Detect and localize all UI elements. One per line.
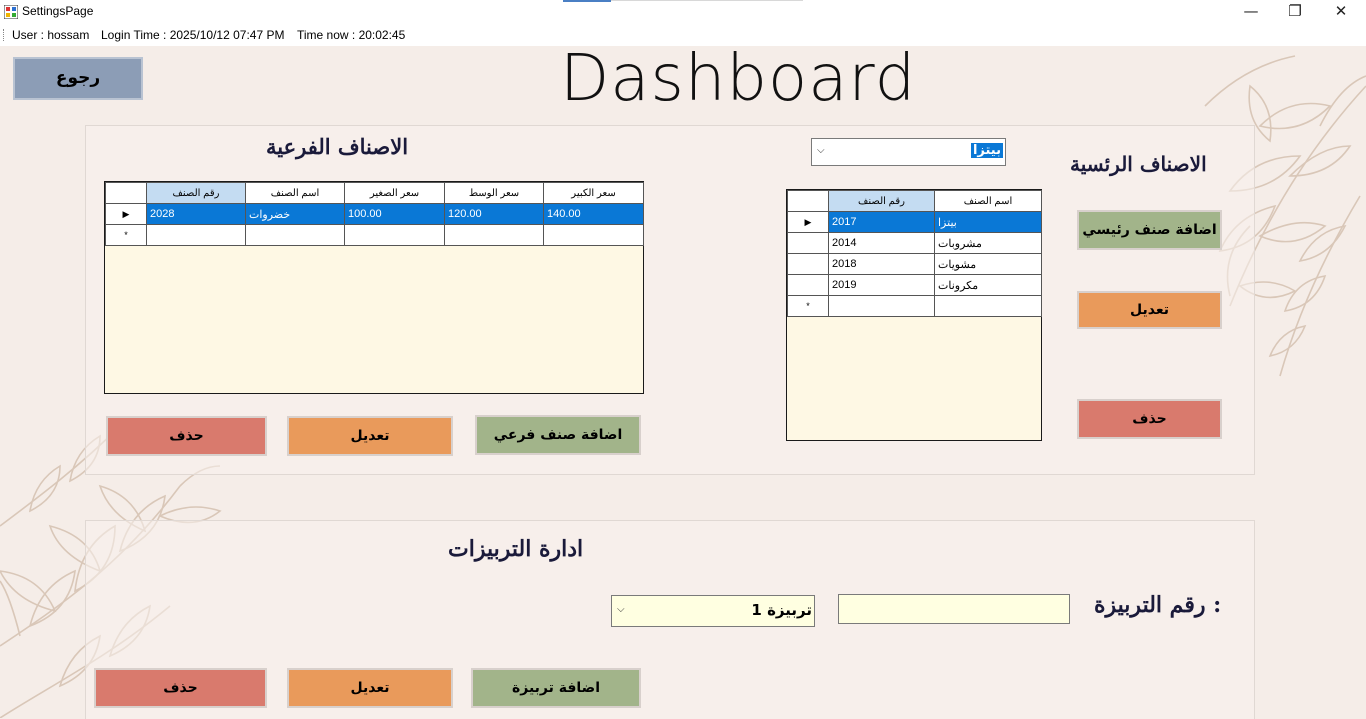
column-header[interactable]: سعر الوسط bbox=[444, 182, 544, 204]
grid-cell[interactable]: 2018 bbox=[828, 253, 935, 275]
status-time-now: Time now : 20:02:45 bbox=[297, 28, 406, 42]
window-title: SettingsPage bbox=[22, 4, 94, 18]
delete-main-category-button[interactable]: حذف bbox=[1077, 399, 1222, 439]
edit-sub-category-button[interactable]: تعديل bbox=[287, 416, 453, 456]
grid-cell[interactable]: 100.00 bbox=[344, 203, 445, 225]
edit-table-button[interactable]: تعديل bbox=[287, 668, 453, 708]
grip-icon bbox=[3, 29, 6, 41]
grid-corner-cell bbox=[787, 190, 829, 212]
row-selector-icon[interactable]: ▶ bbox=[105, 203, 147, 225]
chevron-down-icon[interactable]: ⌵ bbox=[617, 604, 625, 615]
grid-cell[interactable]: 2028 bbox=[146, 203, 246, 225]
table-row[interactable]: 2014 مشروبات bbox=[787, 232, 1042, 254]
chevron-down-icon[interactable]: ⌵ bbox=[817, 145, 825, 156]
grid-cell[interactable]: مشويات bbox=[934, 253, 1042, 275]
main-area: رجوع Dashboard الاصناف الفرعية رقم الصنف… bbox=[0, 42, 1366, 719]
delete-table-button[interactable]: حذف bbox=[94, 668, 267, 708]
column-header[interactable]: سعر الكبير bbox=[543, 182, 644, 204]
main-category-select[interactable]: ⌵ بيتزا bbox=[811, 138, 1006, 166]
titlebar-accent bbox=[563, 0, 611, 2]
sub-categories-grid[interactable]: رقم الصنف اسم الصنف سعر الصغير سعر الوسط… bbox=[104, 181, 644, 394]
column-header[interactable]: اسم الصنف bbox=[934, 190, 1042, 212]
grid-cell[interactable]: 2019 bbox=[828, 274, 935, 296]
grid-cell[interactable]: 2017 bbox=[828, 211, 935, 233]
grid-cell[interactable] bbox=[828, 295, 935, 317]
add-table-button[interactable]: اضافة تربيزة bbox=[471, 668, 641, 708]
grid-cell[interactable]: 140.00 bbox=[543, 203, 644, 225]
grid-cell[interactable]: مكرونات bbox=[934, 274, 1042, 296]
title-bar: SettingsPage — ❐ ✕ bbox=[0, 0, 1366, 24]
table-number-input[interactable] bbox=[838, 594, 1070, 624]
column-header[interactable]: اسم الصنف bbox=[245, 182, 345, 204]
main-categories-grid[interactable]: رقم الصنف اسم الصنف ▶ 2017 بيتزا 2014 مش… bbox=[786, 189, 1042, 441]
status-login-time: Login Time : 2025/10/12 07:47 PM bbox=[101, 28, 285, 42]
new-row[interactable]: * bbox=[105, 224, 644, 246]
back-button[interactable]: رجوع bbox=[13, 57, 143, 100]
new-row[interactable]: * bbox=[787, 295, 1042, 317]
minimize-button[interactable]: — bbox=[1228, 0, 1274, 24]
row-selector-icon[interactable]: ▶ bbox=[787, 211, 829, 233]
table-number-label: رقم التربيزة : bbox=[1094, 592, 1222, 618]
titlebar-divider bbox=[611, 0, 803, 1]
grid-cell[interactable]: مشروبات bbox=[934, 232, 1042, 254]
table-row[interactable]: 2018 مشويات bbox=[787, 253, 1042, 275]
grid-cell[interactable] bbox=[146, 224, 246, 246]
grid-cell[interactable]: خضروات bbox=[245, 203, 345, 225]
table-row[interactable]: ▶ 2028 خضروات 100.00 120.00 140.00 bbox=[105, 203, 644, 225]
app-icon bbox=[4, 5, 18, 19]
tables-heading: ادارة التربيزات bbox=[448, 536, 584, 562]
main-categories-heading: الاصناف الرئسية bbox=[1070, 152, 1207, 176]
table-row[interactable]: 2019 مكرونات bbox=[787, 274, 1042, 296]
add-sub-category-button[interactable]: اضافة صنف فرعي bbox=[475, 415, 641, 455]
grid-cell[interactable] bbox=[245, 224, 345, 246]
sub-categories-heading: الاصناف الفرعية bbox=[266, 134, 409, 159]
edit-main-category-button[interactable]: تعديل bbox=[1077, 291, 1222, 329]
close-button[interactable]: ✕ bbox=[1318, 0, 1364, 24]
grid-cell[interactable] bbox=[934, 295, 1042, 317]
restore-icon: ❐ bbox=[1288, 2, 1302, 20]
grid-corner-cell bbox=[105, 182, 147, 204]
status-user: User : hossam bbox=[12, 28, 90, 42]
column-header[interactable]: رقم الصنف bbox=[828, 190, 935, 212]
new-row-icon: * bbox=[787, 295, 829, 317]
row-header[interactable] bbox=[787, 253, 829, 275]
row-header[interactable] bbox=[787, 274, 829, 296]
minimize-icon: — bbox=[1243, 2, 1259, 20]
grid-cell[interactable] bbox=[543, 224, 644, 246]
new-row-icon: * bbox=[105, 224, 147, 246]
grid-cell[interactable]: 120.00 bbox=[444, 203, 544, 225]
table-select-value: تربيزة 1 bbox=[751, 601, 812, 619]
row-header[interactable] bbox=[787, 232, 829, 254]
grid-cell[interactable] bbox=[344, 224, 445, 246]
grid-cell[interactable] bbox=[444, 224, 544, 246]
delete-sub-category-button[interactable]: حذف bbox=[106, 416, 267, 456]
grid-cell[interactable]: بيتزا bbox=[934, 211, 1042, 233]
page-title: Dashboard bbox=[560, 42, 917, 116]
column-header[interactable]: سعر الصغير bbox=[344, 182, 445, 204]
add-main-category-button[interactable]: اضافة صنف رئيسي bbox=[1077, 210, 1222, 250]
restore-button[interactable]: ❐ bbox=[1272, 0, 1318, 24]
column-header[interactable]: رقم الصنف bbox=[146, 182, 246, 204]
main-category-selected: بيتزا bbox=[970, 143, 1003, 158]
table-select[interactable]: ⌵ تربيزة 1 bbox=[611, 595, 815, 627]
table-row[interactable]: ▶ 2017 بيتزا bbox=[787, 211, 1042, 233]
close-icon: ✕ bbox=[1334, 2, 1348, 20]
grid-cell[interactable]: 2014 bbox=[828, 232, 935, 254]
